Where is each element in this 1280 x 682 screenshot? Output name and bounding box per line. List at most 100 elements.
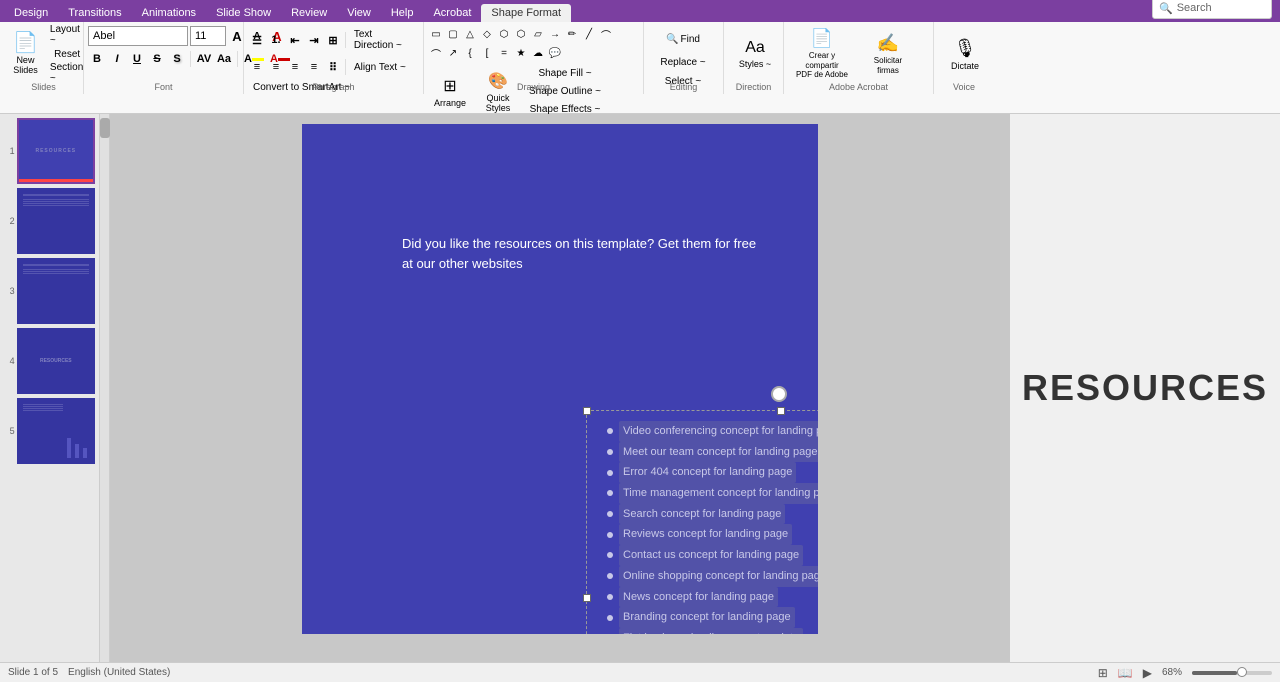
shape-arc-btn[interactable]: ⌒ [428, 45, 444, 61]
shape-connector-btn[interactable]: ↗ [445, 45, 461, 61]
list-item-text: Flat business landing page template [619, 628, 803, 634]
text-shadow-button[interactable]: S [168, 50, 186, 68]
shape-line-btn[interactable]: ╱ [581, 26, 597, 42]
list-item-text: Contact us concept for landing page [619, 545, 803, 566]
align-text-button[interactable]: Align Text ~ [349, 59, 411, 76]
new-slides-label: New Slides [13, 55, 38, 75]
rotate-handle[interactable] [771, 386, 787, 402]
shape-cylinder-btn[interactable]: ⬡ [496, 26, 512, 42]
slide-thumb-3[interactable] [17, 258, 95, 324]
tab-transitions[interactable]: Transitions [58, 4, 131, 22]
shape-freeform-btn[interactable]: ✏ [564, 26, 580, 42]
shape-diamond-btn[interactable]: ◇ [479, 26, 495, 42]
handle-tl[interactable] [583, 407, 591, 415]
handle-ml[interactable] [583, 594, 591, 602]
slide-count: Slide 1 of 5 [8, 667, 58, 678]
list-item: Search concept for landing page [607, 504, 818, 525]
increase-indent-button[interactable]: ⇥ [305, 31, 323, 49]
tab-shape-format[interactable]: Shape Format [481, 4, 571, 22]
shape-brace-btn[interactable]: { [462, 45, 478, 61]
list-item: Time management concept for landing page [607, 483, 818, 504]
shape-rect-btn[interactable]: ▭ [428, 26, 444, 42]
view-slideshow-btn[interactable]: ▶ [1143, 666, 1152, 680]
solicitar-firmas-button[interactable]: ✍ Solicitar firmas [860, 26, 916, 82]
list-item-text: Branding concept for landing page [619, 607, 795, 628]
slide-top-text: Did you like the resources on this templ… [402, 234, 762, 273]
selected-textbox[interactable]: Video conferencing concept for landing p… [586, 410, 818, 634]
slide-panel-scrollbar[interactable] [100, 114, 110, 662]
slide-thumb-5[interactable] [17, 398, 95, 464]
font-name-box[interactable]: Abel [88, 26, 188, 46]
shape-fill-button[interactable]: Shape Fill ~ [524, 65, 606, 82]
shape-eq-btn[interactable]: = [496, 45, 512, 61]
decrease-indent-button[interactable]: ⇤ [286, 31, 304, 49]
dictate-button[interactable]: 🎙 Dictate [938, 26, 992, 82]
styles-button[interactable]: Aa Styles ~ [728, 26, 782, 82]
drawing-group: ▭ ▢ △ ◇ ⬡ ⬡ ▱ → ✏ ╱ ⌒ ⌒ ↗ { [ = ★ ☁ 💬 [424, 22, 644, 94]
underline-button[interactable]: U [128, 50, 146, 68]
tab-help[interactable]: Help [381, 4, 424, 22]
replace-button[interactable]: Replace ~ [648, 54, 718, 71]
bullets-button[interactable]: ☰ [248, 31, 266, 49]
shape-round-rect-btn[interactable]: ▢ [445, 26, 461, 42]
shape-para-btn[interactable]: ▱ [530, 26, 546, 42]
list-item-text: Error 404 concept for landing page [619, 462, 796, 483]
view-normal-btn[interactable]: ⊞ [1098, 666, 1108, 680]
list-bullet [607, 511, 613, 517]
slide-thumb-label-1: RESOURCES [35, 148, 76, 154]
font-size-box[interactable]: 11 [190, 26, 226, 46]
shape-arrow-btn[interactable]: → [547, 26, 563, 42]
quick-styles-label: Quick Styles [481, 93, 515, 113]
zoom-slider[interactable] [1192, 671, 1272, 675]
list-item-text: Online shopping concept for landing page [619, 566, 818, 587]
reuse-slides-button[interactable]: Layout ~ [45, 26, 89, 44]
align-left-button[interactable]: ≡ [248, 58, 266, 76]
slide-canvas[interactable]: Did you like the resources on this templ… [302, 124, 818, 634]
font-case-button[interactable]: Aa [215, 50, 233, 68]
shape-tri-btn[interactable]: △ [462, 26, 478, 42]
shape-star-btn[interactable]: ★ [513, 45, 529, 61]
justify-button[interactable]: ≡ [305, 58, 323, 76]
shape-bracket-btn[interactable]: [ [479, 45, 495, 61]
shape-hex-btn[interactable]: ⬡ [513, 26, 529, 42]
tab-slideshow[interactable]: Slide Show [206, 4, 281, 22]
italic-button[interactable]: I [108, 50, 126, 68]
slide-thumb-1[interactable]: RESOURCES [17, 118, 95, 184]
tab-design[interactable]: Design [4, 4, 58, 22]
tab-review[interactable]: Review [281, 4, 337, 22]
list-item-text: Meet our team concept for landing page [619, 442, 818, 463]
distributed-button[interactable]: ⠿ [324, 58, 342, 76]
list-item: Error 404 concept for landing page [607, 462, 818, 483]
bold-button[interactable]: B [88, 50, 106, 68]
language: English (United States) [68, 667, 170, 678]
reset-button[interactable]: Reset [45, 45, 89, 63]
section-button[interactable]: Section ~ [45, 64, 89, 82]
slide-thumb-2[interactable] [17, 188, 95, 254]
numbering-button[interactable]: 1. [267, 31, 285, 49]
shape-cloud-btn[interactable]: ☁ [530, 45, 546, 61]
search-box[interactable]: 🔍 Search [1152, 0, 1272, 19]
handle-tc[interactable] [777, 407, 785, 415]
new-slides-icon: 📄 [13, 33, 38, 53]
view-reading-btn[interactable]: 📖 [1118, 666, 1133, 680]
list-item-text: Search concept for landing page [619, 504, 785, 525]
slide-thumb-4[interactable]: RESOURCES [17, 328, 95, 394]
shape-callout-btn[interactable]: 💬 [547, 45, 563, 61]
columns-button[interactable]: ⊞ [324, 31, 342, 49]
char-spacing-button[interactable]: AV [195, 50, 213, 68]
align-center-button[interactable]: ≡ [267, 58, 285, 76]
find-button[interactable]: 🔍 Find [648, 26, 718, 52]
styles-group: Aa Styles ~ Direction [724, 22, 784, 94]
shape-curve-btn[interactable]: ⌒ [598, 26, 614, 42]
tab-acrobat[interactable]: Acrobat [423, 4, 481, 22]
styles-icon: Aa [745, 39, 765, 57]
text-direction-button[interactable]: Text Direction ~ [349, 26, 415, 54]
tab-animations[interactable]: Animations [132, 4, 206, 22]
app-body: 1 RESOURCES 2 3 [0, 114, 1280, 662]
align-right-button[interactable]: ≡ [286, 58, 304, 76]
new-slides-button[interactable]: 📄 New Slides [8, 26, 43, 82]
tab-view[interactable]: View [337, 4, 381, 22]
strikethrough-button[interactable]: S [148, 50, 166, 68]
slide-thumb-label-4: RESOURCES [40, 358, 72, 364]
crear-pdf-button[interactable]: 📄 Crear y compartir PDF de Adobe [788, 26, 856, 82]
